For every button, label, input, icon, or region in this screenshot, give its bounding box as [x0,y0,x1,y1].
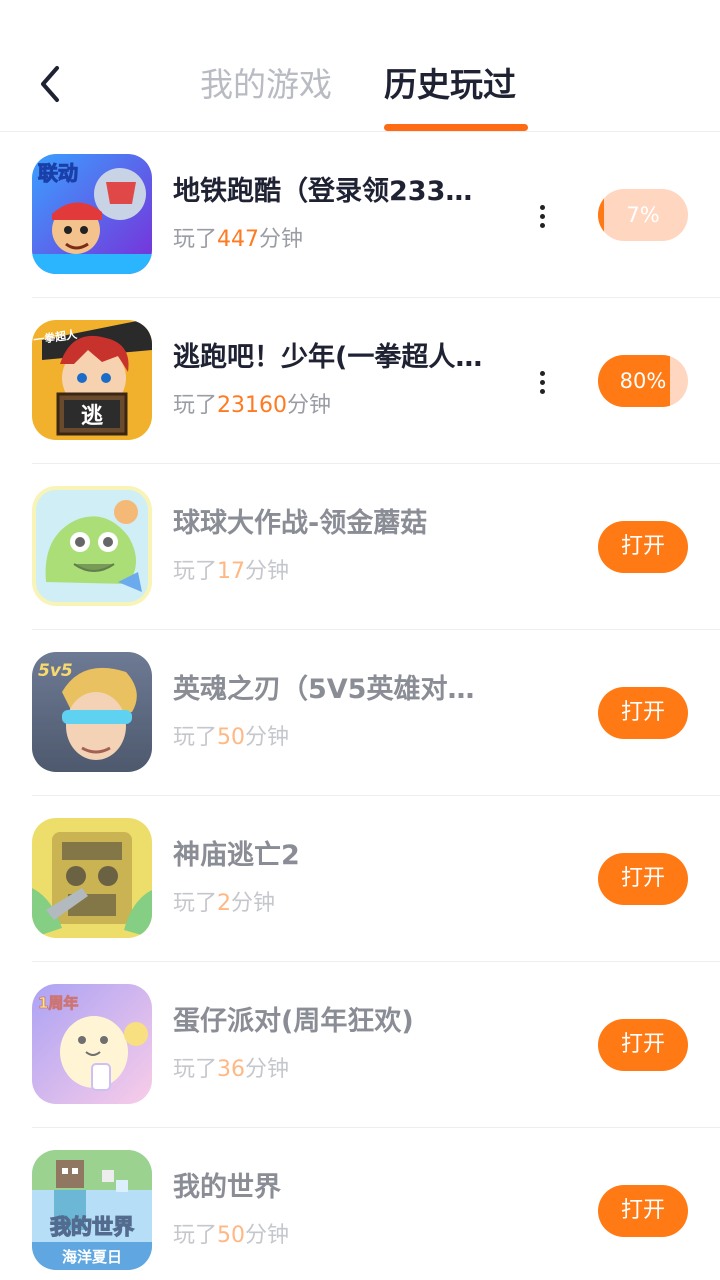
svg-text:逃: 逃 [81,404,104,429]
progress-label: 80% [619,369,667,393]
play-time: 玩了50分钟 [173,725,290,750]
game-title: 蛋仔派对(周年狂欢) [173,1006,414,1037]
open-button[interactable]: 打开 [598,1019,688,1071]
game-row[interactable]: 我的世界 海洋夏日 我的世界 玩了50分钟 打开 [32,1128,720,1280]
game-row[interactable]: 5v5 英魂之刃（5V5英雄对… 玩了50分钟 打开 [32,630,720,796]
game-icon-subway-surfers: 联动 [32,154,152,274]
open-button[interactable]: 打开 [598,1185,688,1237]
game-title: 神庙逃亡2 [173,840,300,871]
game-row[interactable]: 神庙逃亡2 玩了2分钟 打开 [32,796,720,962]
svg-text:海洋夏日: 海洋夏日 [62,1248,122,1266]
game-icon-escape-boy: 逃 一拳超人 [32,320,152,440]
tab-my-games[interactable]: 我的游戏 [200,60,332,110]
play-time: 玩了17分钟 [173,559,290,584]
download-progress-button[interactable]: 80% [598,355,688,407]
game-icon-minecraft: 我的世界 海洋夏日 [32,1150,152,1270]
play-time: 玩了23160分钟 [173,393,332,418]
svg-text:联动: 联动 [38,161,78,185]
game-row[interactable]: 球球大作战-领金蘑菇 玩了17分钟 打开 [32,464,720,630]
svg-text:我的世界: 我的世界 [50,1215,134,1239]
game-icon-temple-run-2 [32,818,152,938]
progress-label: 7% [626,203,660,227]
open-button[interactable]: 打开 [598,521,688,573]
game-icon-eggy-party: 1周年 [32,984,152,1104]
game-title: 英魂之刃（5V5英雄对… [173,674,475,705]
open-button[interactable]: 打开 [598,687,688,739]
download-progress-button[interactable]: 7% [598,189,688,241]
play-time: 玩了2分钟 [173,891,276,916]
play-time: 玩了36分钟 [173,1057,290,1082]
play-minutes: 23160 [217,393,288,418]
game-row[interactable]: 联动 地铁跑酷（登录领233… 玩了447分钟 7% [32,132,720,298]
svg-text:1周年: 1周年 [38,994,78,1012]
game-title: 球球大作战-领金蘑菇 [173,508,428,539]
game-row[interactable]: 1周年 蛋仔派对(周年狂欢) 玩了36分钟 打开 [32,962,720,1128]
play-time: 玩了50分钟 [173,1223,290,1248]
open-button[interactable]: 打开 [598,853,688,905]
top-bar: 我的游戏 历史玩过 [0,0,720,132]
more-options-icon[interactable] [528,198,556,234]
play-minutes: 36 [217,1057,246,1082]
svg-text:5v5: 5v5 [38,661,73,681]
game-icon-soul-blade: 5v5 [32,652,152,772]
game-row[interactable]: 逃 一拳超人 逃跑吧！少年(一拳超人… 玩了23160分钟 80% [32,298,720,464]
game-title: 逃跑吧！少年(一拳超人… [173,342,483,373]
back-button[interactable] [24,56,76,112]
chevron-left-icon [41,66,59,102]
more-options-icon[interactable] [528,364,556,400]
play-minutes: 50 [217,725,246,750]
active-tab-indicator [384,124,528,131]
game-title: 地铁跑酷（登录领233… [173,176,473,207]
play-minutes: 2 [217,891,232,916]
play-minutes: 17 [217,559,246,584]
tab-play-history[interactable]: 历史玩过 [384,60,516,110]
game-title: 我的世界 [173,1172,281,1203]
play-minutes: 447 [217,227,260,252]
play-minutes: 50 [217,1223,246,1248]
play-time: 玩了447分钟 [173,227,304,252]
game-icon-ball-battle [32,486,152,606]
